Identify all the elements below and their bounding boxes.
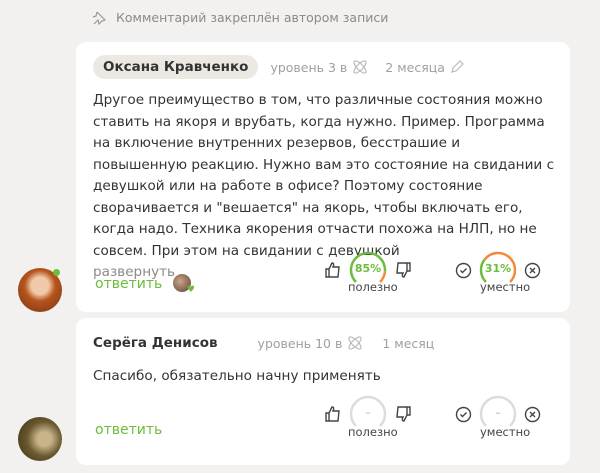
pin-icon [92, 11, 106, 25]
author-avatar[interactable] [18, 417, 62, 461]
comment-time: 2 месяца [385, 59, 445, 75]
community-icon[interactable] [351, 58, 369, 76]
comment-card: Оксана Кравченко уровень 3 в 2 месяца Др… [76, 42, 570, 312]
heart-icon: ♥ [186, 285, 195, 295]
useful-label: полезно [348, 280, 398, 294]
comment-body: Другое преимущество в том, что различные… [93, 92, 555, 259]
cross-circle-icon[interactable] [524, 406, 541, 423]
comment-body: Спасибо, обязательно начну применять [93, 368, 381, 384]
reply-button[interactable]: ответить [95, 422, 162, 438]
thumbs-down-icon[interactable] [394, 405, 412, 423]
community-icon[interactable] [346, 334, 364, 352]
comment-time: 1 месяц [382, 335, 435, 351]
thumbs-down-icon[interactable] [394, 261, 412, 279]
relevant-label: уместно [480, 425, 531, 439]
author-name[interactable]: Серёга Денисов [93, 335, 218, 351]
online-indicator [53, 269, 60, 276]
useful-label: полезно [348, 425, 398, 439]
relevant-label: уместно [480, 280, 531, 294]
check-circle-icon[interactable] [455, 406, 472, 423]
check-circle-icon[interactable] [455, 262, 472, 279]
user-level: уровень 3 в [270, 59, 348, 75]
cross-circle-icon[interactable] [524, 262, 541, 279]
liker-avatar[interactable]: ♥ [173, 274, 195, 295]
thumbs-up-icon[interactable] [324, 261, 342, 279]
edit-pencil-icon[interactable] [449, 59, 465, 75]
comment-card: Серёга Денисов уровень 10 в 1 месяц Спас… [76, 318, 570, 465]
reply-button[interactable]: ответить [95, 276, 162, 292]
pinned-notice: Комментарий закреплён автором записи [92, 10, 388, 25]
useful-percent: – [365, 406, 371, 419]
useful-percent: 85% [354, 262, 382, 275]
relevant-percent: 31% [484, 262, 512, 275]
user-level: уровень 10 в [257, 335, 343, 351]
thumbs-up-icon[interactable] [324, 405, 342, 423]
relevant-percent: – [495, 406, 501, 419]
pinned-text: Комментарий закреплён автором записи [116, 10, 389, 25]
author-name[interactable]: Оксана Кравченко [93, 55, 259, 79]
